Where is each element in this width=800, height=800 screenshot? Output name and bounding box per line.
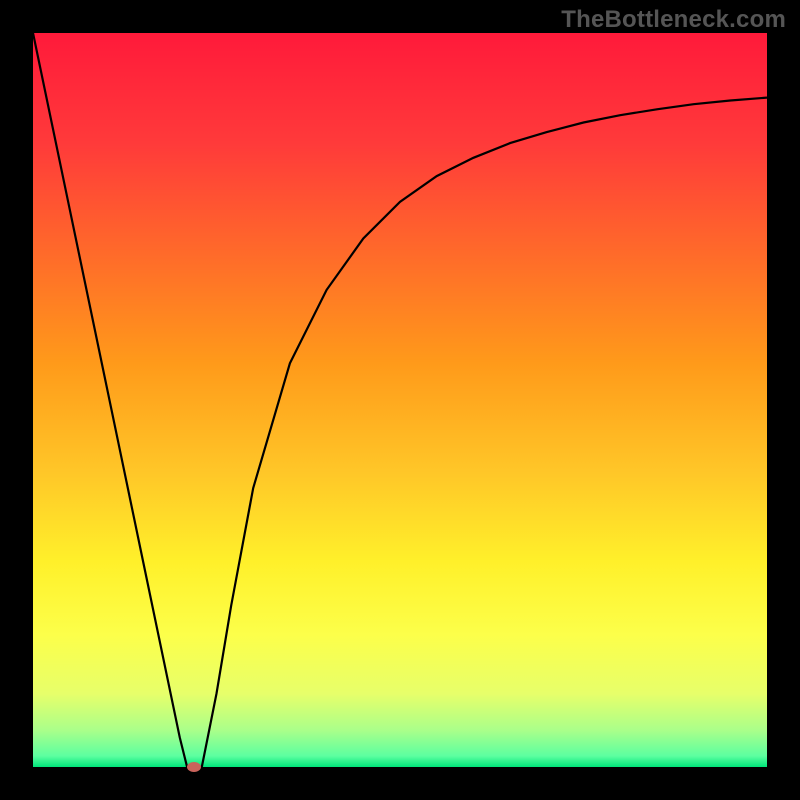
optimum-marker <box>187 762 201 772</box>
curve-path <box>33 33 767 767</box>
bottleneck-curve <box>33 33 767 767</box>
plot-area <box>33 33 767 767</box>
chart-frame: TheBottleneck.com <box>0 0 800 800</box>
watermark-text: TheBottleneck.com <box>561 6 786 34</box>
